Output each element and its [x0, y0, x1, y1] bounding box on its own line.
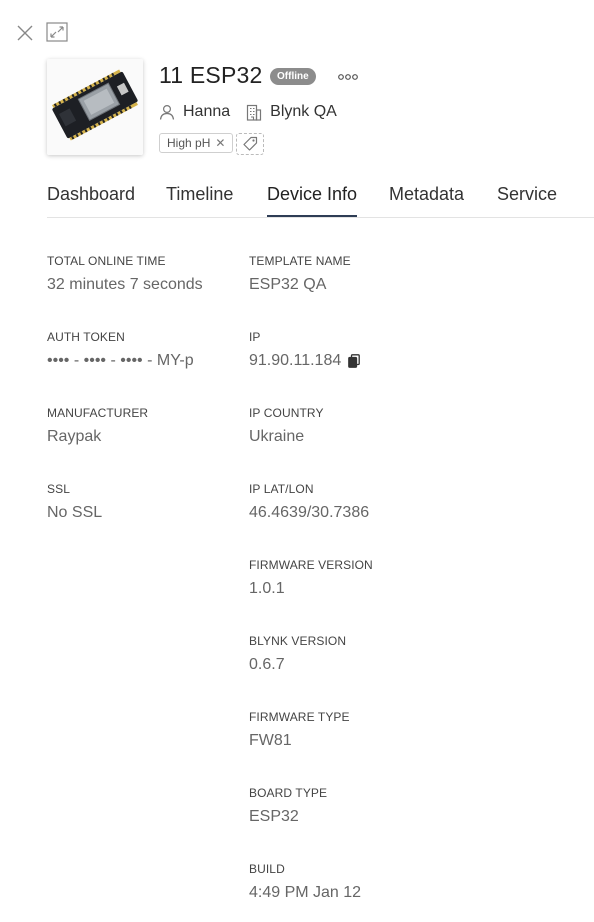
info-field-auth-token: AUTH TOKEN •••• - •••• - •••• - MY-p — [47, 330, 194, 370]
field-label: TOTAL ONLINE TIME — [47, 254, 166, 268]
info-field-template-name: TEMPLATE NAME ESP32 QA — [249, 254, 351, 294]
remove-tag-icon[interactable]: ✕ — [215, 136, 225, 150]
info-field-manufacturer: MANUFACTURER Raypak — [47, 406, 148, 446]
more-options-button[interactable] — [337, 70, 359, 84]
field-label: FIRMWARE TYPE — [249, 710, 350, 724]
info-field-blynk-version: BLYNK VERSION 0.6.7 — [249, 634, 346, 674]
field-label: IP COUNTRY — [249, 406, 324, 420]
tag-chip[interactable]: High pH ✕ — [159, 133, 234, 153]
field-value: ESP32 QA — [249, 276, 327, 293]
field-value: 4:49 PM Jan 12 — [249, 884, 362, 901]
info-field-ssl: SSL No SSL — [47, 482, 102, 522]
active-tab-indicator — [267, 215, 357, 217]
field-value: 91.90.11.184 — [249, 352, 342, 369]
field-value[interactable]: •••• - •••• - •••• - MY-p — [47, 352, 194, 370]
info-field-total-online-time: TOTAL ONLINE TIME 32 minutes 7 seconds — [47, 254, 203, 294]
field-value: 32 minutes 7 seconds — [47, 276, 203, 293]
tag-label: High pH — [167, 136, 211, 150]
field-label: IP LAT/LON — [249, 482, 314, 496]
field-value: 46.4639/30.7386 — [249, 504, 370, 521]
tab-dashboard[interactable]: Dashboard — [47, 184, 135, 205]
building-icon — [246, 104, 262, 121]
expand-button[interactable] — [45, 21, 69, 43]
field-value: 0.6.7 — [249, 656, 285, 673]
ip-value-row: 91.90.11.184 — [249, 352, 361, 370]
more-options-icon — [338, 74, 358, 80]
field-value: FW81 — [249, 732, 292, 749]
info-field-board-type: BOARD TYPE ESP32 — [249, 786, 327, 826]
expand-icon — [46, 22, 68, 42]
info-field-ip-lat-lon: IP LAT/LON 46.4639/30.7386 — [249, 482, 369, 522]
info-field-ip-country: IP COUNTRY Ukraine — [249, 406, 324, 446]
tab-device-info[interactable]: Device Info — [267, 184, 357, 205]
status-badge: Offline — [270, 68, 316, 85]
tab-metadata[interactable]: Metadata — [389, 184, 464, 205]
info-field-firmware-version: FIRMWARE VERSION 1.0.1 — [249, 558, 373, 598]
info-field-build: BUILD 4:49 PM Jan 12 — [249, 862, 361, 902]
field-label: IP — [249, 330, 261, 344]
field-label: BOARD TYPE — [249, 786, 328, 800]
esp32-board-image — [47, 59, 143, 155]
field-value: Ukraine — [249, 428, 305, 445]
field-label: MANUFACTURER — [47, 406, 149, 420]
field-label: SSL — [47, 482, 70, 496]
field-label: FIRMWARE VERSION — [249, 558, 373, 572]
close-icon — [17, 25, 33, 41]
tag-icon — [243, 136, 258, 151]
field-value: 1.0.1 — [249, 580, 285, 597]
field-label: BLYNK VERSION — [249, 634, 347, 648]
device-name: 11 ESP32 — [159, 62, 263, 88]
add-tag-button[interactable] — [236, 133, 264, 155]
organization-name[interactable]: Blynk QA — [270, 103, 337, 121]
info-field-ip: IP 91.90.11.184 — [249, 330, 361, 370]
copy-icon[interactable] — [348, 354, 361, 368]
close-button[interactable] — [14, 22, 36, 44]
field-value: ESP32 — [249, 808, 299, 825]
field-value: No SSL — [47, 504, 103, 521]
device-image — [47, 59, 143, 155]
field-label: AUTH TOKEN — [47, 330, 125, 344]
device-meta: Hanna Blynk QA — [159, 101, 337, 123]
owner-name[interactable]: Hanna — [183, 103, 230, 121]
tab-timeline[interactable]: Timeline — [166, 184, 233, 205]
field-label: BUILD — [249, 862, 285, 876]
tab-service[interactable]: Service — [497, 184, 557, 205]
info-field-firmware-type: FIRMWARE TYPE FW81 — [249, 710, 350, 750]
field-value: Raypak — [47, 428, 102, 445]
tab-bar: Dashboard Timeline Device Info Metadata … — [47, 172, 594, 218]
user-icon — [159, 104, 175, 120]
field-label: TEMPLATE NAME — [249, 254, 351, 268]
